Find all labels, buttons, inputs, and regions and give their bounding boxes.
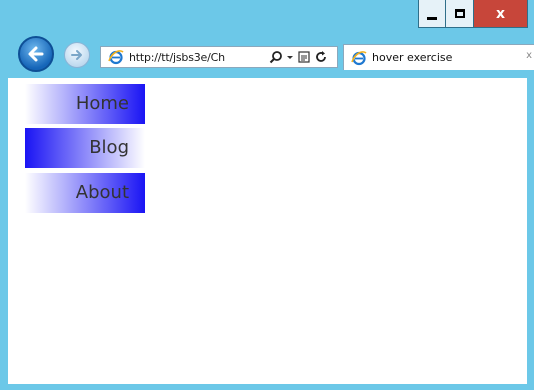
menu-item-home[interactable]: Home: [25, 84, 145, 124]
menu-item-about[interactable]: About: [25, 173, 145, 213]
maximize-button[interactable]: [446, 0, 474, 28]
minimize-button[interactable]: [418, 0, 446, 28]
ie-page-icon: [108, 50, 124, 65]
menu-item-blog[interactable]: Blog: [25, 128, 145, 168]
browser-tab[interactable]: hover exercise x: [343, 44, 534, 70]
close-button[interactable]: x: [474, 0, 528, 28]
search-icon[interactable]: [269, 50, 283, 64]
dropdown-icon[interactable]: [286, 50, 294, 64]
back-button[interactable]: [18, 36, 54, 72]
window-controls: x: [418, 0, 528, 28]
tab-close-icon[interactable]: x: [526, 50, 532, 61]
back-arrow-icon: [28, 46, 44, 62]
compatibility-icon[interactable]: [297, 50, 311, 64]
tab-ie-icon: [351, 50, 367, 65]
forward-button[interactable]: [64, 42, 90, 68]
maximize-icon: [454, 9, 465, 18]
address-bar-icons: [269, 50, 328, 64]
page-content: Home Blog About: [8, 78, 527, 384]
close-icon: x: [495, 5, 506, 22]
address-url[interactable]: http://tt/jsbs3e/Ch: [129, 51, 265, 64]
tab-title: hover exercise: [372, 51, 453, 64]
navigation-bar: http://tt/jsbs3e/Ch hover exercise x: [0, 34, 534, 78]
browser-window: x http://tt/jsbs3e/Ch hover exercise x H…: [0, 0, 534, 390]
address-bar[interactable]: http://tt/jsbs3e/Ch: [100, 46, 338, 68]
refresh-icon[interactable]: [314, 50, 328, 64]
forward-arrow-icon: [71, 50, 82, 60]
minimize-icon: [427, 17, 437, 20]
